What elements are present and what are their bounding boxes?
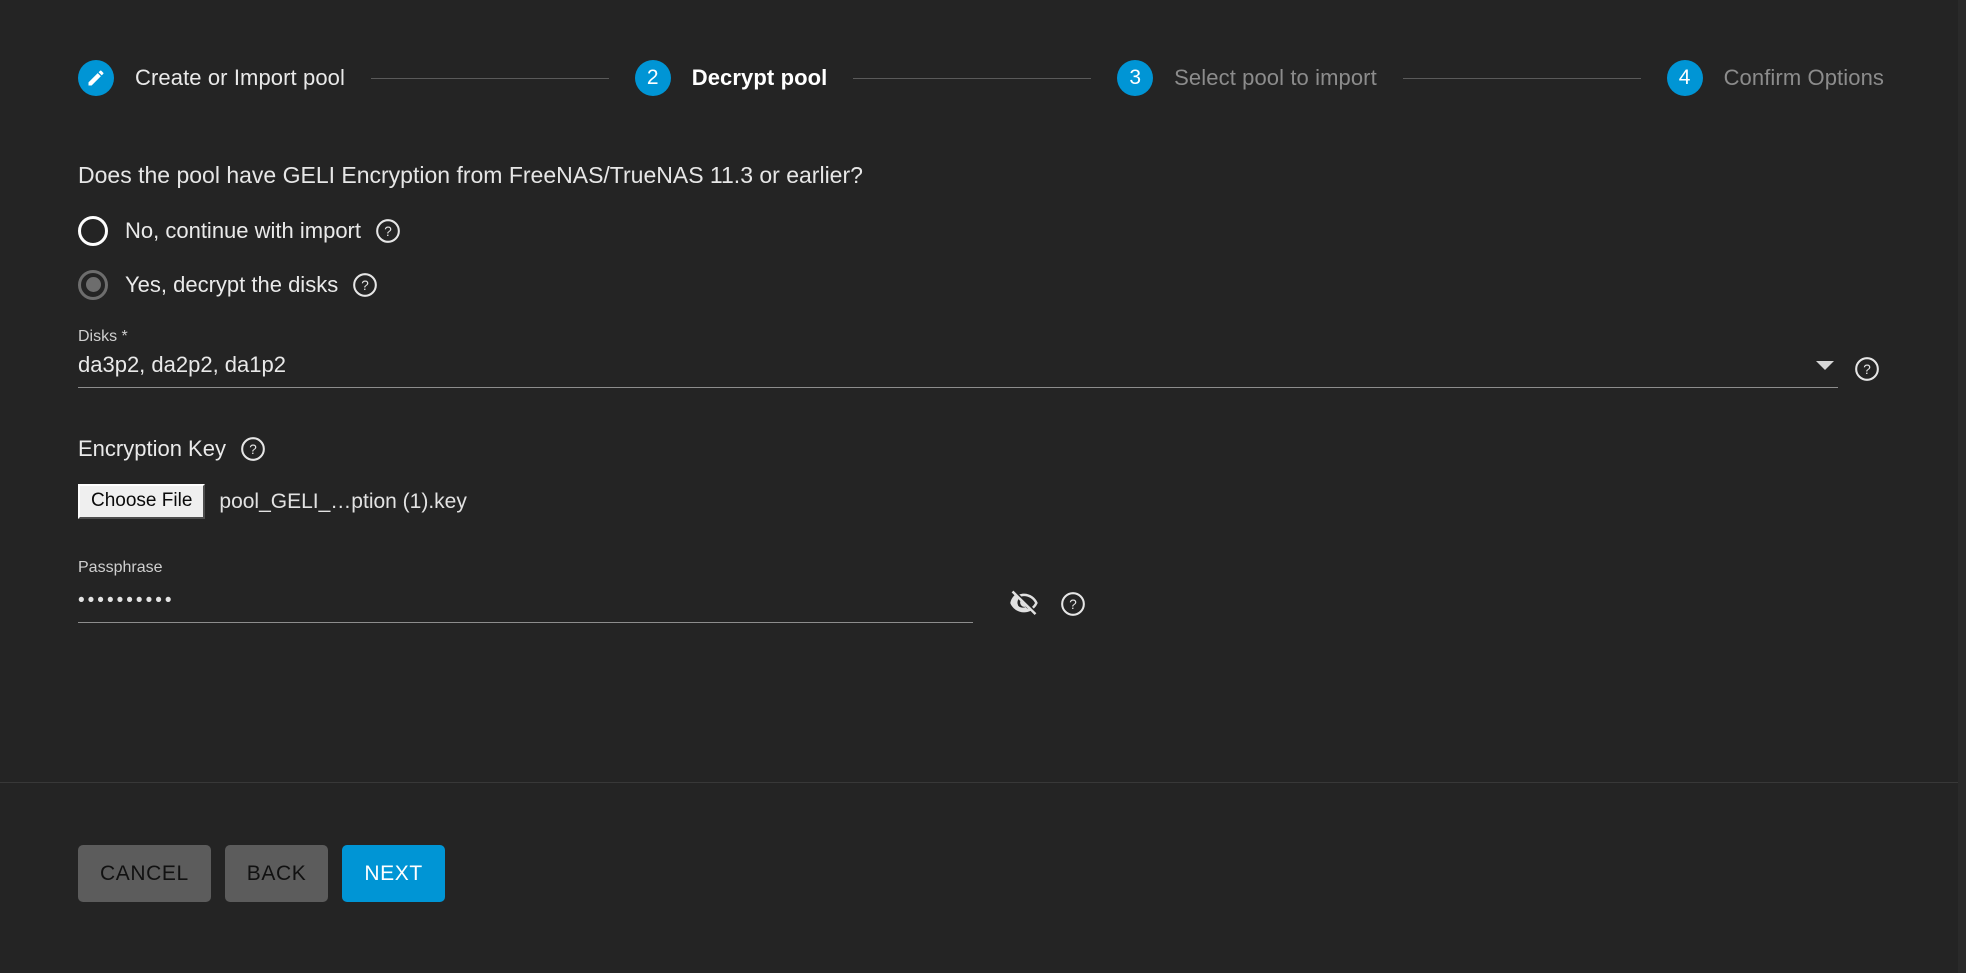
pencil-icon xyxy=(78,60,114,96)
radio-label-no-continue-with-import: No, continue with import xyxy=(125,218,361,244)
passphrase-field: Passphrase •••••••••• ? xyxy=(78,559,1880,623)
svg-text:?: ? xyxy=(1069,597,1077,612)
radio-option-no-continue-with-import[interactable]: No, continue with import ? xyxy=(78,214,1880,248)
step-label-select-pool-to-import: Select pool to import xyxy=(1174,65,1377,91)
step-number-2: 2 xyxy=(635,60,671,96)
back-button[interactable]: BACK xyxy=(225,845,329,902)
right-edge-rail xyxy=(1958,0,1966,973)
svg-text:?: ? xyxy=(249,442,257,457)
disks-field: Disks * da3p2, da2p2, da1p2 ? xyxy=(78,328,1880,389)
step-select-pool-to-import[interactable]: 3 Select pool to import xyxy=(1117,60,1377,96)
help-icon-disks[interactable]: ? xyxy=(1854,356,1880,382)
form-actions-divider xyxy=(0,782,1958,783)
help-icon-passphrase[interactable]: ? xyxy=(1060,591,1086,617)
radio-button-checked[interactable] xyxy=(78,270,108,300)
passphrase-input[interactable]: •••••••••• xyxy=(78,591,973,623)
geli-encryption-question: Does the pool have GELI Encryption from … xyxy=(78,130,1880,190)
radio-label-yes-decrypt-the-disks: Yes, decrypt the disks xyxy=(125,272,338,298)
stepper-connector-2 xyxy=(853,78,1091,79)
encryption-key-field: Encryption Key ? Choose File pool_GELI_…… xyxy=(78,436,1880,519)
radio-inner-dot xyxy=(86,277,101,292)
step-label-decrypt-pool: Decrypt pool xyxy=(692,65,828,91)
svg-text:?: ? xyxy=(384,224,392,239)
help-icon-encryption-key[interactable]: ? xyxy=(240,436,266,462)
step-number-4: 4 xyxy=(1667,60,1703,96)
step-create-or-import-pool[interactable]: Create or Import pool xyxy=(78,60,345,96)
decrypt-pool-form: Does the pool have GELI Encryption from … xyxy=(0,130,1958,782)
disks-selected-value: da3p2, da2p2, da1p2 xyxy=(78,352,286,378)
chevron-down-icon[interactable] xyxy=(1816,361,1834,370)
passphrase-label: Passphrase xyxy=(78,559,1880,577)
stepper-connector-1 xyxy=(371,78,609,79)
passphrase-masked-value: •••••••••• xyxy=(78,591,973,610)
radio-button-unchecked[interactable] xyxy=(78,216,108,246)
wizard-stepper: Create or Import pool 2 Decrypt pool 3 S… xyxy=(0,48,1958,108)
step-label-confirm-options: Confirm Options xyxy=(1724,65,1884,91)
help-icon-no-continue-with-import[interactable]: ? xyxy=(375,218,401,244)
wizard-actions: CANCEL BACK NEXT xyxy=(0,845,1958,902)
decrypt-pool-wizard-page: Create or Import pool 2 Decrypt pool 3 S… xyxy=(0,0,1966,973)
choose-file-button[interactable]: Choose File xyxy=(78,484,205,519)
step-number-3: 3 xyxy=(1117,60,1153,96)
help-icon-yes-decrypt-the-disks[interactable]: ? xyxy=(352,272,378,298)
next-button[interactable]: NEXT xyxy=(342,845,444,902)
stepper-connector-3 xyxy=(1403,78,1641,79)
selected-file-name: pool_GELI_…ption (1).key xyxy=(219,490,466,514)
radio-option-yes-decrypt-the-disks[interactable]: Yes, decrypt the disks ? xyxy=(78,268,1880,302)
disks-select[interactable]: da3p2, da2p2, da1p2 xyxy=(78,352,1838,388)
svg-text:?: ? xyxy=(1863,362,1871,377)
step-label-create-or-import-pool: Create or Import pool xyxy=(135,65,345,91)
step-confirm-options[interactable]: 4 Confirm Options xyxy=(1667,60,1884,96)
encryption-key-label: Encryption Key xyxy=(78,436,226,462)
cancel-button[interactable]: CANCEL xyxy=(78,845,211,902)
svg-text:?: ? xyxy=(361,278,369,293)
eye-off-icon[interactable] xyxy=(1008,587,1040,619)
step-decrypt-pool[interactable]: 2 Decrypt pool xyxy=(635,60,828,96)
disks-field-label: Disks * xyxy=(78,328,1880,346)
